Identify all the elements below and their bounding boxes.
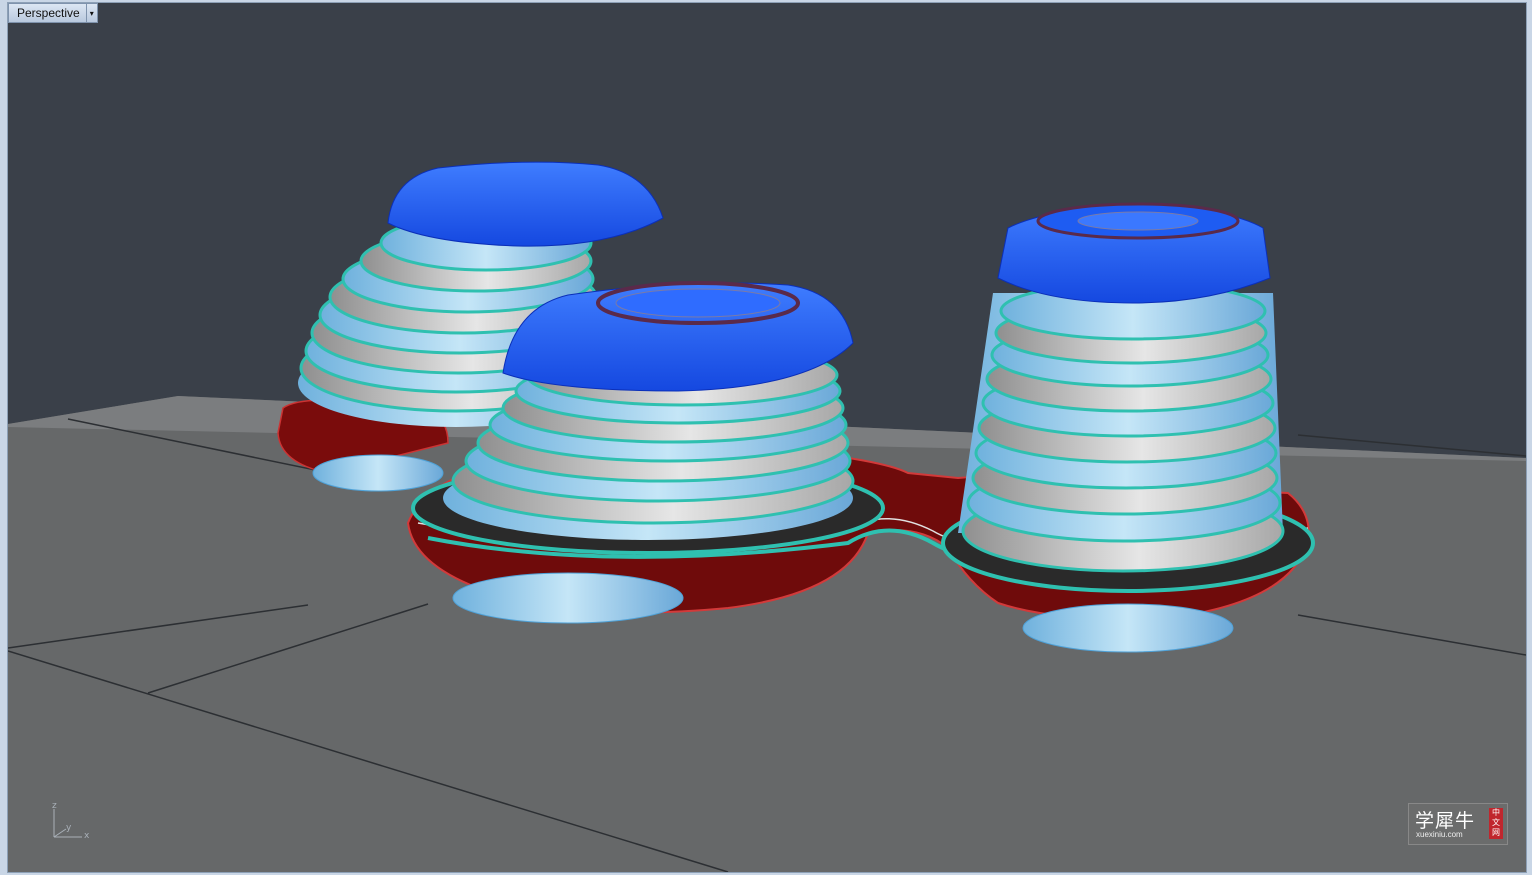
watermark-stamp: 中文网: [1489, 808, 1503, 839]
rhino-viewport[interactable]: z y x 学犀牛 xuexiniu.com 中文网 Perspective ▾: [0, 0, 1532, 875]
3d-model-scene[interactable]: [8, 3, 1526, 872]
axis-y-label: y: [66, 823, 72, 833]
axis-z-label: z: [52, 801, 57, 811]
viewport-menu-arrow-icon[interactable]: ▾: [85, 4, 97, 22]
viewport-title-tab[interactable]: Perspective ▾: [8, 3, 98, 23]
tower-right: [941, 202, 1315, 593]
perspective-view-frame[interactable]: z y x 学犀牛 xuexiniu.com 中文网: [7, 2, 1527, 873]
axis-gizmo: z y x: [48, 801, 98, 846]
watermark-url: xuexiniu.com: [1416, 830, 1463, 839]
watermark-logo: 学犀牛 xuexiniu.com 中文网: [1408, 803, 1508, 845]
viewport-title[interactable]: Perspective: [9, 4, 86, 22]
watermark-title: 学犀牛: [1415, 810, 1476, 832]
axis-x-label: x: [84, 831, 90, 841]
